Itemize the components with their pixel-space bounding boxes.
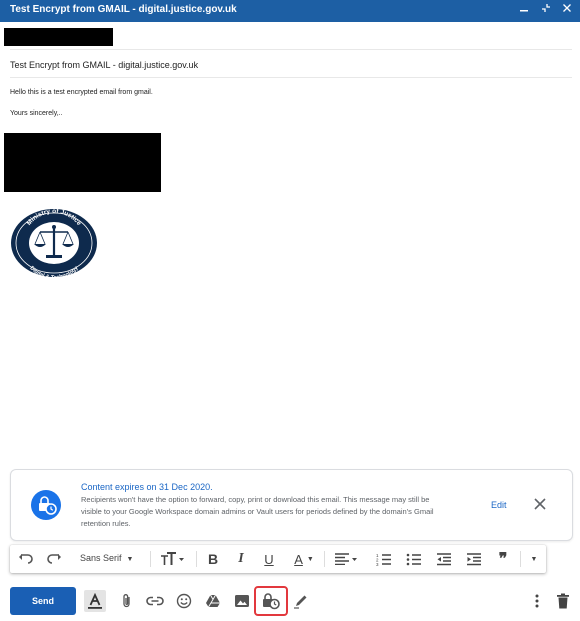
divider	[10, 77, 572, 78]
link-icon[interactable]	[144, 590, 166, 612]
confidential-mode-icon[interactable]	[254, 586, 288, 616]
more-options-icon[interactable]	[526, 590, 548, 612]
underline-icon[interactable]: U	[260, 550, 278, 568]
chevron-down-icon: ▼	[306, 555, 314, 563]
confidential-mode-banner: Content expires on 31 Dec 2020. Recipien…	[10, 469, 573, 541]
send-button[interactable]: Send	[10, 587, 76, 615]
photo-icon[interactable]	[231, 590, 253, 612]
quote-icon[interactable]: ❞	[494, 550, 512, 568]
font-dropdown[interactable]: Sans Serif ▼	[80, 553, 133, 563]
close-icon[interactable]	[560, 3, 574, 17]
signature-icon[interactable]	[290, 590, 312, 612]
formatting-options-icon[interactable]	[84, 590, 106, 612]
banner-description: Recipients won't have the option to forw…	[81, 495, 434, 528]
minimize-icon[interactable]	[517, 3, 531, 17]
attach-icon[interactable]	[116, 590, 138, 612]
chevron-down-icon: ▼	[126, 556, 134, 563]
formatting-toolbar: Sans Serif ▼ B I U A ▼ 123 ❞ ▼	[10, 545, 546, 573]
banner-close-icon[interactable]	[531, 495, 549, 513]
divider	[150, 551, 151, 567]
banner-title: Content expires on 31 Dec 2020.	[81, 482, 213, 492]
chevron-down-icon: ▼	[530, 555, 538, 563]
exit-fullscreen-icon[interactable]	[539, 3, 553, 17]
italic-icon[interactable]: I	[232, 550, 250, 568]
text-color-icon[interactable]: A ▼	[290, 550, 318, 568]
drive-icon[interactable]	[202, 590, 224, 612]
text-color-glyph: A	[294, 551, 303, 567]
undo-icon[interactable]	[16, 550, 36, 568]
divider	[324, 551, 325, 567]
bold-icon[interactable]: B	[204, 550, 222, 568]
redacted-signature	[4, 133, 161, 192]
edit-link[interactable]: Edit	[491, 500, 507, 510]
font-label: Sans Serif	[80, 553, 122, 563]
window-title: Test Encrypt from GMAIL - digital.justic…	[10, 4, 237, 15]
redacted-recipients	[4, 28, 113, 46]
more-formatting-icon[interactable]: ▼	[526, 550, 542, 568]
svg-text:3: 3	[376, 562, 379, 566]
numbered-list-icon[interactable]: 123	[374, 550, 394, 568]
divider	[520, 551, 521, 567]
text-size-icon[interactable]	[158, 550, 188, 568]
redo-icon[interactable]	[44, 550, 64, 568]
indent-more-icon[interactable]	[464, 550, 484, 568]
discard-icon[interactable]	[552, 590, 574, 612]
ministry-of-justice-logo: Ministry of Justice Digital & Technology	[10, 207, 98, 281]
body-line[interactable]: Hello this is a test encrypted email fro…	[10, 89, 153, 96]
indent-less-icon[interactable]	[434, 550, 454, 568]
bulleted-list-icon[interactable]	[404, 550, 424, 568]
subject-field[interactable]: Test Encrypt from GMAIL - digital.justic…	[10, 60, 198, 70]
body-line[interactable]: Yours sincerely,..	[10, 110, 63, 117]
align-icon[interactable]	[332, 550, 360, 568]
window-titlebar: Test Encrypt from GMAIL - digital.justic…	[0, 0, 580, 22]
divider	[10, 49, 572, 50]
confidential-clock-icon	[31, 490, 61, 520]
divider	[196, 551, 197, 567]
emoji-icon[interactable]	[173, 590, 195, 612]
